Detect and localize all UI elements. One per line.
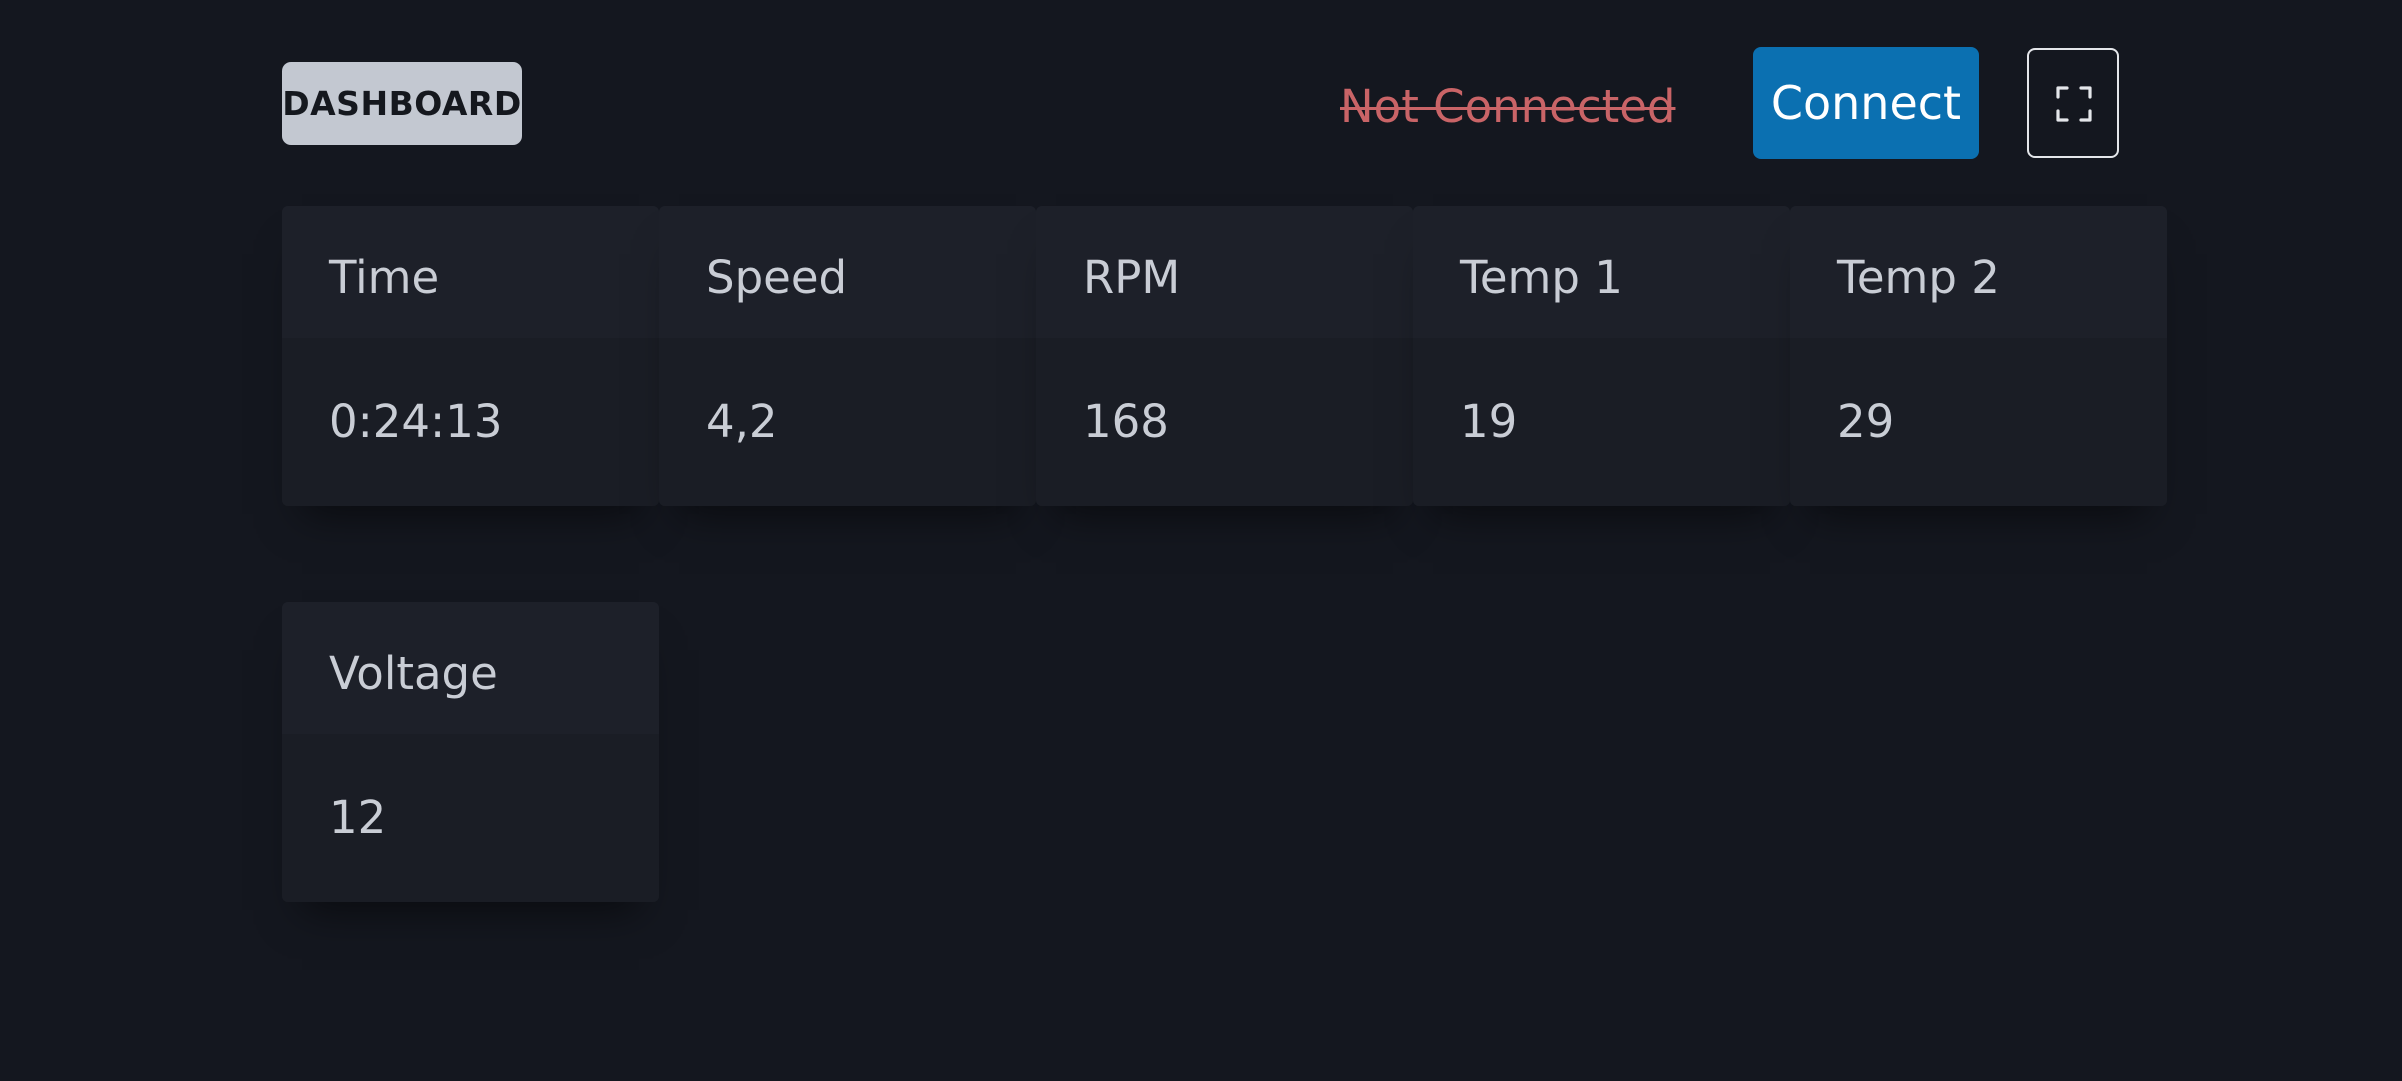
metric-label: RPM	[1036, 206, 1413, 338]
metrics-row: Time 0:24:13 Speed 4,2 RPM 168 Temp 1 19…	[282, 206, 2167, 506]
metric-card-temp-2: Temp 2 29	[1790, 206, 2167, 506]
metric-card-voltage: Voltage 12	[282, 602, 659, 902]
metric-value: 168	[1036, 338, 1413, 506]
metric-card-temp-1: Temp 1 19	[1413, 206, 1790, 506]
metric-value: 12	[282, 734, 659, 902]
metric-label: Time	[282, 206, 659, 338]
metric-value: 19	[1413, 338, 1790, 506]
metric-value: 0:24:13	[282, 338, 659, 506]
metrics-row: Voltage 12	[282, 602, 659, 902]
metric-card-speed: Speed 4,2	[659, 206, 1036, 506]
metric-value: 4,2	[659, 338, 1036, 506]
metric-card-rpm: RPM 168	[1036, 206, 1413, 506]
metric-label: Temp 1	[1413, 206, 1790, 338]
fullscreen-button[interactable]	[2027, 48, 2119, 158]
metric-label: Temp 2	[1790, 206, 2167, 338]
connection-status: Not Connected	[1340, 80, 1676, 133]
connect-button[interactable]: Connect	[1753, 47, 1979, 159]
metric-label: Speed	[659, 206, 1036, 338]
metric-card-time: Time 0:24:13	[282, 206, 659, 506]
dashboard-page: DASHBOARD Not Connected Connect Time 0:2…	[0, 0, 2402, 1081]
metric-label: Voltage	[282, 602, 659, 734]
metric-value: 29	[1790, 338, 2167, 506]
dashboard-badge: DASHBOARD	[282, 62, 522, 145]
fullscreen-icon	[2056, 86, 2092, 122]
